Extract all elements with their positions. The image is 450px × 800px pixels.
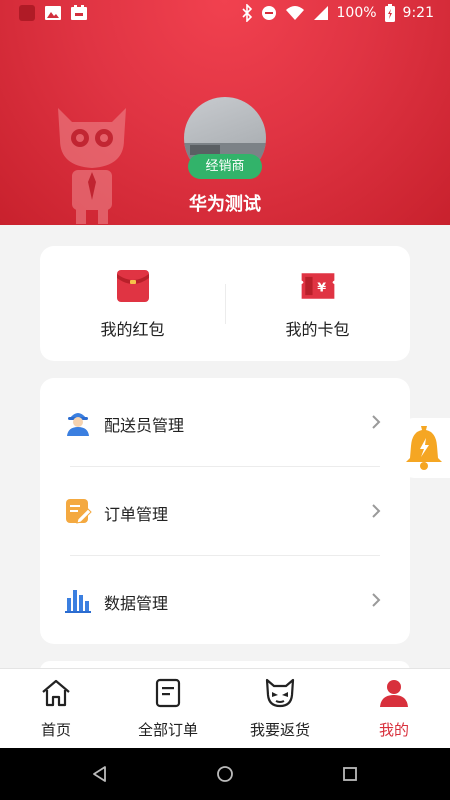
status-bar: 100% 9:21 [0,0,450,28]
svg-text:¥: ¥ [317,279,326,294]
home-icon [42,679,70,707]
mascot-face-icon [265,678,295,708]
chevron-right-icon [372,415,381,429]
nav-tab-home[interactable]: 首页 [0,669,112,749]
order-management-label: 订单管理 [104,505,169,524]
chevron-right-icon [372,593,381,607]
my-card-wallet-button[interactable]: ¥ 我的卡包 [225,246,410,361]
nav-label-home: 首页 [40,721,71,739]
management-menu-card: 配送员管理 订单管理 数据管理 [40,378,410,644]
menu-item-order-management[interactable]: 订单管理 [40,467,410,555]
bar-chart-icon [65,590,91,613]
nav-label-all-orders: 全部订单 [137,721,198,739]
role-badge: 经销商 [188,154,262,179]
courier-management-label: 配送员管理 [104,416,185,435]
bluetooth-icon [241,4,252,22]
nav-tab-mine[interactable]: 我的 [338,669,450,749]
battery-percent: 100% [336,5,377,21]
bell-icon [406,426,442,470]
recents-icon[interactable] [340,764,360,784]
data-management-label: 数据管理 [104,594,169,613]
home-circle-icon[interactable] [215,764,235,784]
signal-icon [313,6,328,20]
nav-tab-return-goods[interactable]: 我要返货 [224,669,336,749]
clock-time: 9:21 [402,5,434,21]
my-card-wallet-label: 我的卡包 [285,320,350,339]
menu-item-data-management[interactable]: 数据管理 [40,556,410,644]
menu-item-courier-management[interactable]: 配送员管理 [40,378,410,466]
app-notification-icon [19,5,35,21]
nav-label-return-goods: 我要返货 [249,721,310,739]
notification-bell-button[interactable] [400,418,450,478]
person-icon [380,680,408,707]
nav-label-mine: 我的 [378,721,409,739]
nav-tab-all-orders[interactable]: 全部订单 [112,669,224,749]
battery-charging-icon [384,4,395,22]
wallet-card: 我的红包 ¥ 我的卡包 [40,246,410,361]
order-edit-icon [66,499,92,524]
gallery-icon [45,6,61,20]
bottom-navigation: 首页 全部订单 我要返货 我的 [0,668,450,748]
red-envelope-icon [117,270,149,302]
courier-icon [67,413,89,436]
my-red-envelope-button[interactable]: 我的红包 [40,246,225,361]
chevron-right-icon [372,504,381,518]
username: 华为测试 [189,194,261,215]
card-wallet-icon: ¥ [301,273,335,299]
app-notification-icon-2 [71,5,87,20]
profile-header: 100% 9:21 经销商 华为测试 [0,0,450,225]
back-icon[interactable] [90,764,110,784]
system-navigation-bar [0,748,450,800]
order-list-icon [155,678,181,708]
do-not-disturb-icon [261,6,276,20]
my-red-envelope-label: 我的红包 [100,320,165,339]
wifi-icon [285,6,304,20]
